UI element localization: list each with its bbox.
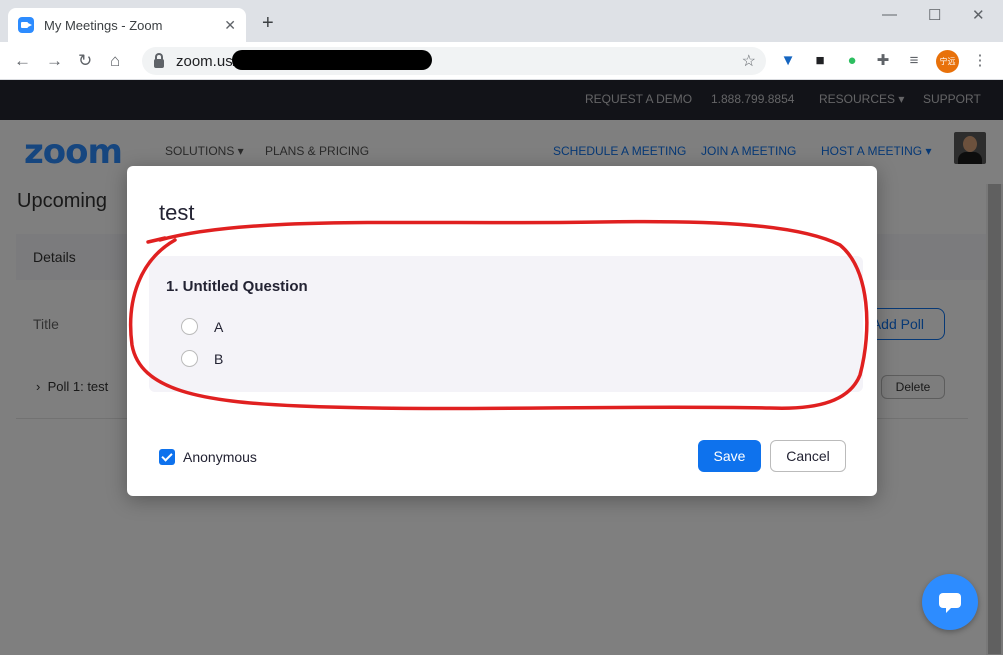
url-input[interactable]: zoom.us/ ☆ <box>142 47 766 75</box>
option-label: A <box>214 318 224 335</box>
anonymous-toggle[interactable]: Anonymous <box>159 449 257 465</box>
cancel-button[interactable]: Cancel <box>770 440 846 472</box>
minimize-icon[interactable]: — <box>882 6 897 23</box>
browser-tab[interactable]: My Meetings - Zoom ✕ <box>8 8 246 42</box>
maximize-icon[interactable]: ☐ <box>928 6 941 24</box>
address-bar-row: ← → ↻ ⌂ zoom.us/ ☆ ▼ ■ ● ✚ ≡ 宁远 ⋮ <box>0 42 1003 80</box>
bookmark-star-icon[interactable]: ☆ <box>742 51 756 71</box>
browser-tab-bar: My Meetings - Zoom ✕ + — ☐ ✕ <box>0 0 1003 42</box>
chat-icon <box>939 593 961 608</box>
tab-close-icon[interactable]: ✕ <box>224 17 236 34</box>
forward-icon[interactable]: → <box>46 51 63 71</box>
window-close-icon[interactable]: ✕ <box>972 6 985 24</box>
radio-b[interactable] <box>181 350 198 367</box>
url-text: zoom.us/ <box>176 52 237 70</box>
option-a[interactable]: A <box>181 318 223 335</box>
home-icon[interactable]: ⌂ <box>110 51 120 71</box>
reload-icon[interactable]: ↻ <box>78 51 92 71</box>
lock-icon <box>154 52 164 68</box>
poll-modal: test 1. Untitled Question A B Anonymous … <box>127 166 877 496</box>
tab-title: My Meetings - Zoom <box>44 17 163 33</box>
question-card: 1. Untitled Question A B <box>149 256 863 392</box>
option-label: B <box>214 350 224 367</box>
new-tab-button[interactable]: + <box>262 12 274 35</box>
back-icon[interactable]: ← <box>14 51 31 71</box>
media-queue-icon[interactable]: ≡ <box>904 51 924 71</box>
zoom-favicon-icon <box>18 17 34 33</box>
browser-profile-avatar[interactable]: 宁远 <box>936 50 959 73</box>
chat-button[interactable] <box>922 574 978 630</box>
redaction-mark <box>232 50 432 70</box>
evernote-icon[interactable]: ● <box>842 51 862 71</box>
anonymous-checkbox[interactable] <box>159 449 175 465</box>
option-b[interactable]: B <box>181 350 223 367</box>
save-button[interactable]: Save <box>698 440 761 472</box>
anonymous-label: Anonymous <box>183 449 257 465</box>
modal-title: test <box>159 200 195 225</box>
radio-a[interactable] <box>181 318 198 335</box>
question-text: 1. Untitled Question <box>166 278 308 295</box>
extension-mask-icon[interactable]: ■ <box>810 51 830 71</box>
extension-v-icon[interactable]: ▼ <box>778 51 798 71</box>
browser-menu-icon[interactable]: ⋮ <box>970 51 990 71</box>
extensions-puzzle-icon[interactable]: ✚ <box>873 51 893 71</box>
